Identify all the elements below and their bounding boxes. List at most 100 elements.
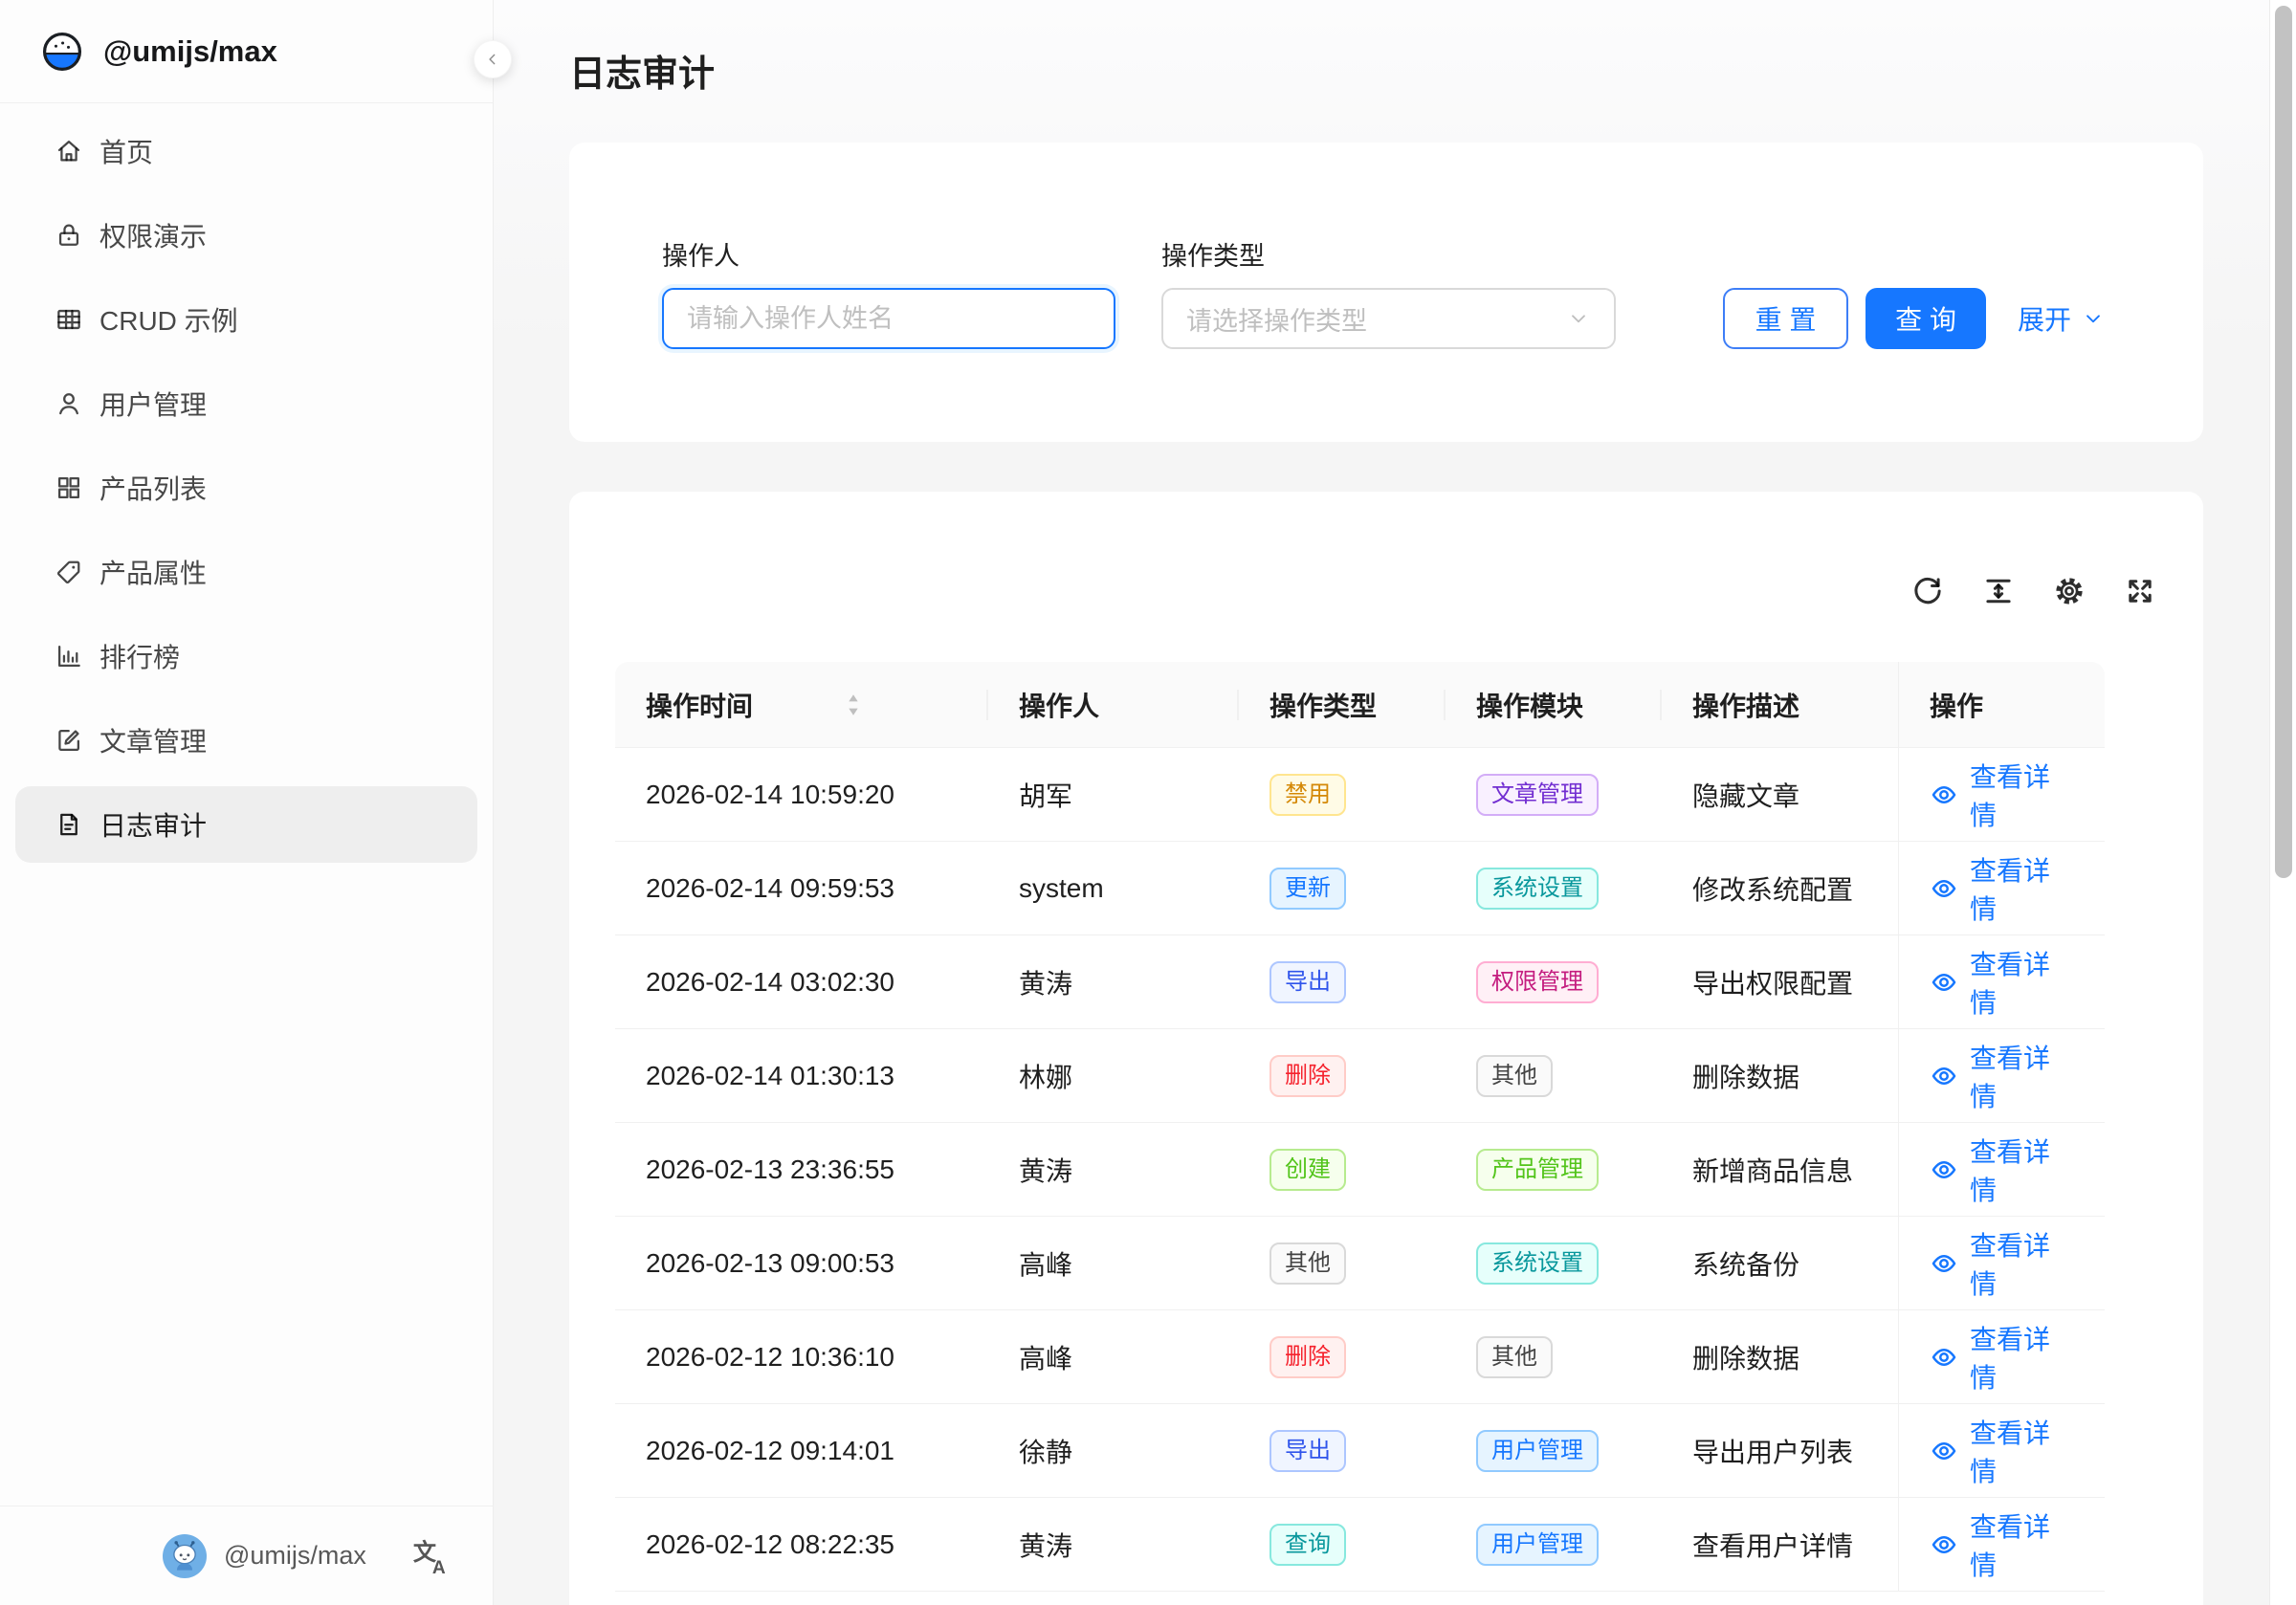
- density-icon[interactable]: [1981, 574, 2016, 608]
- reload-icon[interactable]: [1910, 574, 1945, 608]
- sidebar-collapse-button[interactable]: [474, 40, 512, 78]
- cell-type: 导出: [1239, 1404, 1446, 1498]
- eye-icon: [1930, 1437, 1958, 1465]
- filter-card: 操作人 操作类型 请选择操作类型 重 置 查 询: [569, 143, 2203, 442]
- cell-action: 查看详情: [1898, 1498, 2105, 1592]
- cell-module: 用户管理: [1446, 1498, 1662, 1592]
- scrollbar-thumb[interactable]: [2275, 6, 2292, 878]
- filter-actions: 重 置 查 询 展开: [1723, 288, 2106, 349]
- cell-action: 查看详情: [1898, 842, 2105, 935]
- tag-green: 创建: [1269, 1149, 1346, 1191]
- cell-operator: 林娜: [988, 1029, 1239, 1123]
- cell-operator: 胡军: [988, 748, 1239, 842]
- fullscreen-icon[interactable]: [2123, 574, 2157, 608]
- table-row: 2026-02-12 10:36:10高峰删除其他删除数据查看详情: [615, 1310, 2105, 1404]
- table-toolbar: [615, 561, 2157, 622]
- cell-type: 删除: [1239, 1029, 1446, 1123]
- cell-type: 导出: [1239, 935, 1446, 1029]
- edit-icon: [54, 725, 84, 756]
- vertical-scrollbar[interactable]: [2269, 0, 2296, 1605]
- table-row: 2026-02-13 23:36:55黄涛创建产品管理新增商品信息查看详情: [615, 1123, 2105, 1217]
- view-detail-link[interactable]: 查看详情: [1930, 850, 2074, 927]
- column-header-type: 操作类型: [1239, 662, 1446, 748]
- log-table: 操作时间 操作人 操作类型 操作模块 操作描述 操作 2026-02-14 10…: [615, 662, 2105, 1592]
- cell-time: 2026-02-12 08:22:35: [615, 1498, 988, 1592]
- cell-desc: 导出权限配置: [1662, 935, 1898, 1029]
- expand-toggle[interactable]: 展开: [2018, 299, 2106, 338]
- tag-geekblue: 导出: [1269, 961, 1346, 1003]
- cell-desc: 系统备份: [1662, 1217, 1898, 1310]
- view-detail-link[interactable]: 查看详情: [1930, 1506, 2074, 1583]
- eye-icon: [1930, 1343, 1958, 1372]
- sidebar-item-lock[interactable]: 权限演示: [15, 197, 477, 274]
- sidebar-item-label: 产品列表: [99, 469, 207, 507]
- cell-module: 系统设置: [1446, 1217, 1662, 1310]
- user-avatar[interactable]: [163, 1534, 207, 1578]
- cell-module: 用户管理: [1446, 1404, 1662, 1498]
- reset-button[interactable]: 重 置: [1723, 288, 1848, 349]
- cell-operator: 高峰: [988, 1217, 1239, 1310]
- cell-type: 禁用: [1239, 748, 1446, 842]
- operator-label: 操作人: [662, 235, 1115, 273]
- view-detail-label: 查看详情: [1970, 757, 2074, 833]
- sidebar-item-label: 权限演示: [99, 216, 207, 254]
- bar-chart-icon: [54, 641, 84, 671]
- cell-time: 2026-02-14 09:59:53: [615, 842, 988, 935]
- view-detail-label: 查看详情: [1970, 1506, 2074, 1583]
- cell-time: 2026-02-12 09:14:01: [615, 1404, 988, 1498]
- cell-desc: 新增商品信息: [1662, 1123, 1898, 1217]
- view-detail-link[interactable]: 查看详情: [1930, 1132, 2074, 1208]
- column-header-time[interactable]: 操作时间: [615, 662, 988, 748]
- settings-icon[interactable]: [2052, 574, 2086, 608]
- cell-type: 删除: [1239, 1310, 1446, 1404]
- eye-icon: [1930, 968, 1958, 997]
- sidebar-item-tag[interactable]: 产品属性: [15, 534, 477, 610]
- type-label: 操作类型: [1161, 235, 1616, 273]
- expand-label: 展开: [2018, 299, 2071, 338]
- view-detail-link[interactable]: 查看详情: [1930, 1038, 2074, 1114]
- svg-text:A: A: [432, 1558, 446, 1575]
- sidebar-item-label: 日志审计: [99, 805, 207, 844]
- tag-blue: 用户管理: [1476, 1430, 1599, 1472]
- main-area: 日志审计 操作人 操作类型 请选择操作类型: [494, 0, 2296, 1605]
- eye-icon: [1930, 1155, 1958, 1184]
- sidebar-item-home[interactable]: 首页: [15, 113, 477, 189]
- operator-input[interactable]: [662, 288, 1115, 349]
- cell-module: 文章管理: [1446, 748, 1662, 842]
- view-detail-label: 查看详情: [1970, 1132, 2074, 1208]
- table-row: 2026-02-13 09:00:53高峰其他系统设置系统备份查看详情: [615, 1217, 2105, 1310]
- view-detail-link[interactable]: 查看详情: [1930, 1413, 2074, 1489]
- tag-green: 产品管理: [1476, 1149, 1599, 1191]
- lock-icon: [54, 220, 84, 251]
- view-detail-label: 查看详情: [1970, 1225, 2074, 1302]
- column-header-operator: 操作人: [988, 662, 1239, 748]
- tag-geekblue: 导出: [1269, 1430, 1346, 1472]
- cell-action: 查看详情: [1898, 748, 2105, 842]
- tag-default: 其他: [1476, 1055, 1553, 1097]
- view-detail-link[interactable]: 查看详情: [1930, 1225, 2074, 1302]
- sidebar-item-file-text[interactable]: 日志审计: [15, 786, 477, 863]
- eye-icon: [1930, 1062, 1958, 1090]
- column-header-desc: 操作描述: [1662, 662, 1898, 748]
- view-detail-link[interactable]: 查看详情: [1930, 757, 2074, 833]
- view-detail-label: 查看详情: [1970, 1413, 2074, 1489]
- cell-module: 其他: [1446, 1029, 1662, 1123]
- search-button[interactable]: 查 询: [1866, 288, 1986, 349]
- type-select[interactable]: 请选择操作类型: [1161, 288, 1616, 349]
- sidebar-item-appstore[interactable]: 产品列表: [15, 450, 477, 526]
- cell-operator: system: [988, 842, 1239, 935]
- eye-icon: [1930, 1249, 1958, 1278]
- sidebar-item-bar-chart[interactable]: 排行榜: [15, 618, 477, 694]
- app-layout: @umijs/max 首页权限演示CRUD 示例用户管理产品列表产品属性排行榜文…: [0, 0, 2296, 1605]
- sidebar-item-edit[interactable]: 文章管理: [15, 702, 477, 779]
- appstore-icon: [54, 473, 84, 503]
- view-detail-link[interactable]: 查看详情: [1930, 944, 2074, 1021]
- cell-type: 创建: [1239, 1123, 1446, 1217]
- sort-icon[interactable]: [845, 692, 862, 718]
- cell-type: 查询: [1239, 1498, 1446, 1592]
- view-detail-link[interactable]: 查看详情: [1930, 1319, 2074, 1396]
- sidebar-item-user[interactable]: 用户管理: [15, 365, 477, 442]
- sidebar-item-table[interactable]: CRUD 示例: [15, 281, 477, 358]
- translate-icon[interactable]: 文A: [412, 1537, 451, 1575]
- cell-action: 查看详情: [1898, 1123, 2105, 1217]
